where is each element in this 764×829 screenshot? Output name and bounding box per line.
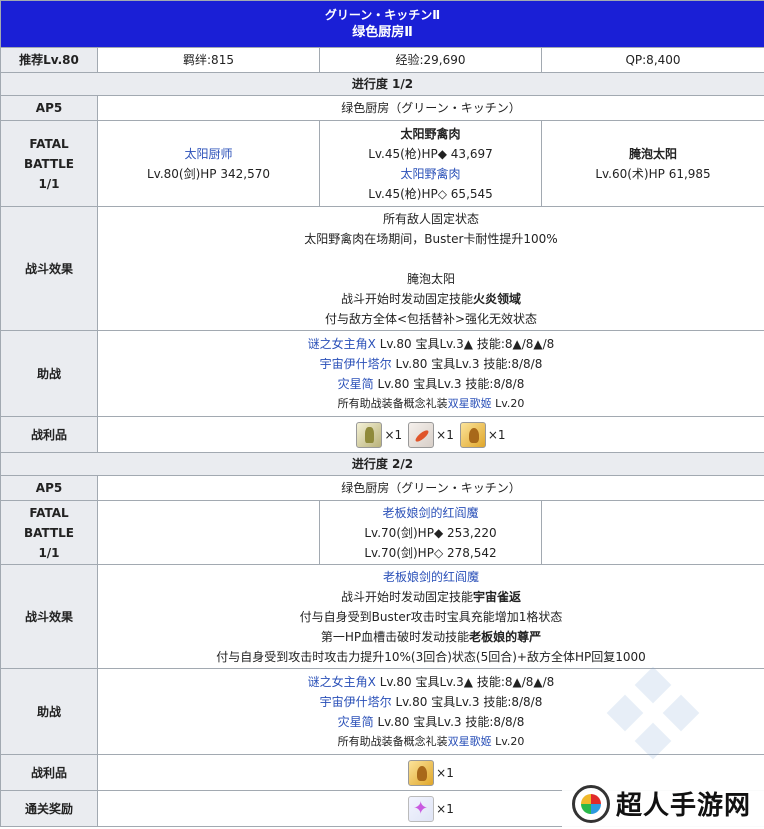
ce-link-twin-stars[interactable]: 双星歌姬 — [448, 735, 492, 748]
enemy-link-beni-enma[interactable]: 老板娘剑的红阎魔 — [322, 503, 539, 523]
bond-value: 羁绊:815 — [97, 47, 320, 73]
stage1-ap-label: AP5 — [0, 95, 98, 121]
enemy-link-sun-chef[interactable]: 太阳厨师 — [100, 144, 317, 164]
stage2-enemy: 老板娘剑的红阎魔 Lv.70(剑)HP◆ 253,220 Lv.70(剑)HP◇… — [319, 500, 542, 565]
stage1-support: 谜之女主角X Lv.80 宝具Lv.3▲ 技能:8▲/8▲/8 宇宙伊什塔尔 L… — [97, 330, 764, 417]
quest-header: グリーン・キッチンⅡ 绿色厨房Ⅱ — [0, 0, 764, 48]
golden-gem-icon[interactable] — [356, 421, 383, 448]
support-link-jane[interactable]: 灾星简 — [338, 377, 374, 391]
stage1-enemy-b: 太阳野禽肉 Lv.45(枪)HP◆ 43,697 太阳野禽肉 Lv.45(枪)H… — [319, 120, 542, 207]
stage1-enemy-a: 太阳厨师 Lv.80(剑)HP 342,570 — [97, 120, 320, 207]
quest-subtitle: 绿色厨房Ⅱ — [352, 25, 413, 40]
stage2-ap-label: AP5 — [0, 475, 98, 501]
stage2-support-label: 助战 — [0, 668, 98, 755]
stage1-location: 绿色厨房（グリーン・キッチン） — [97, 95, 764, 121]
stage1-title: 进行度 1/2 — [0, 72, 764, 96]
clear-reward-label: 通关奖励 — [0, 790, 98, 827]
support-link-heroine-x[interactable]: 谜之女主角X — [308, 337, 376, 351]
stage2-drops-label: 战利品 — [0, 754, 98, 791]
effect-link-beni-enma[interactable]: 老板娘剑的红阎魔 — [100, 567, 762, 587]
stage1-drops: ×1 ×1 ×1 — [97, 416, 764, 453]
support-link-jane[interactable]: 灾星简 — [338, 715, 374, 729]
support-link-heroine-x[interactable]: 谜之女主角X — [308, 675, 376, 689]
site-logo-icon — [572, 784, 610, 823]
exp-value: 经验:29,690 — [319, 47, 542, 73]
red-feather-icon[interactable] — [408, 421, 435, 448]
support-link-space-ishtar[interactable]: 宇宙伊什塔尔 — [320, 357, 392, 371]
enemy-link-sun-fowl[interactable]: 太阳野禽肉 — [322, 164, 539, 184]
gold-statue-icon[interactable] — [408, 759, 435, 786]
moonfell-watermark-logo — [598, 666, 708, 778]
stage1-drops-label: 战利品 — [0, 416, 98, 453]
qp-value: QP:8,400 — [541, 47, 764, 73]
stage2-location: 绿色厨房（グリーン・キッチン） — [97, 475, 764, 501]
saint-quartz-star-icon[interactable] — [408, 795, 435, 822]
stage1-effects-label: 战斗效果 — [0, 206, 98, 331]
recommended-level: 推荐Lv.80 — [0, 47, 98, 73]
stage2-effects-label: 战斗效果 — [0, 564, 98, 669]
stage2-title: 进行度 2/2 — [0, 452, 764, 476]
support-link-space-ishtar[interactable]: 宇宙伊什塔尔 — [320, 695, 392, 709]
gold-statue-icon[interactable] — [459, 421, 486, 448]
stage1-support-label: 助战 — [0, 330, 98, 417]
stage1-effects: 所有敌人固定状态 太阳野禽肉在场期间，Buster卡耐性提升100% 腌泡太阳 … — [97, 206, 764, 331]
stage1-fatal-label: FATAL BATTLE 1/1 — [0, 120, 98, 207]
stage2-effects: 老板娘剑的红阎魔 战斗开始时发动固定技能宇宙雀返 付与自身受到Buster攻击时… — [97, 564, 764, 669]
stage1-enemy-d: 腌泡太阳 Lv.60(术)HP 61,985 — [541, 120, 764, 207]
ce-link-twin-stars[interactable]: 双星歌姬 — [448, 397, 492, 410]
stage2-fatal-label: FATAL BATTLE 1/1 — [0, 500, 98, 565]
site-watermark: 超人手游网 — [562, 778, 764, 829]
quest-title: グリーン・キッチンⅡ — [324, 8, 441, 22]
site-watermark-text: 超人手游网 — [616, 791, 752, 821]
